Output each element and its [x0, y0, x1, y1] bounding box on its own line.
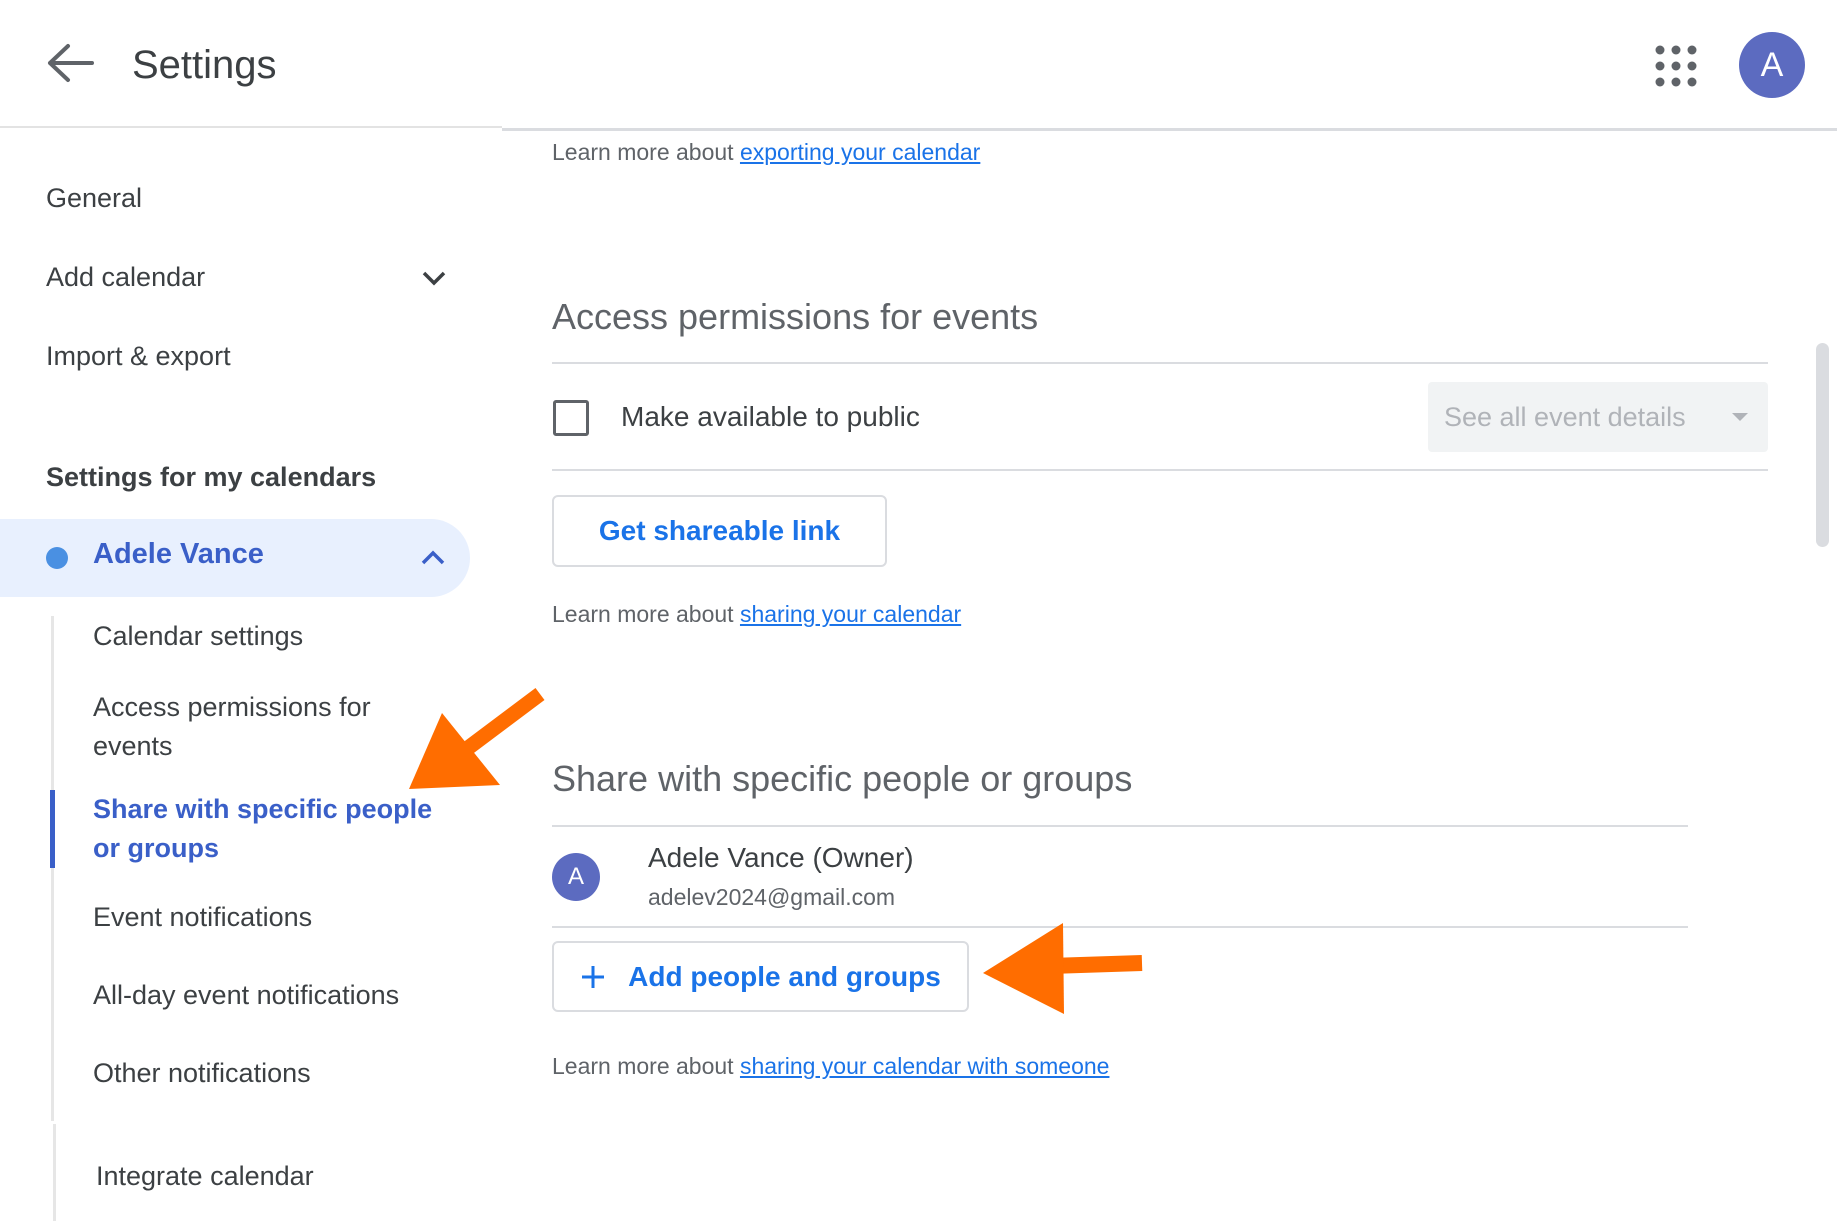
- subnav-rail-lower: [53, 1124, 56, 1221]
- access-divider-bottom: [552, 469, 1768, 471]
- event-details-select-value: See all event details: [1444, 402, 1686, 432]
- subnav-access-permissions[interactable]: Access permissions for events: [93, 688, 453, 766]
- person-email: adelev2024@gmail.com: [648, 884, 896, 910]
- subnav-event-notifications[interactable]: Event notifications: [93, 898, 453, 937]
- public-checkbox-label: Make available to public: [621, 401, 920, 432]
- sharing-someone-learn-more: Learn more about sharing your calendar w…: [552, 1053, 1109, 1080]
- add-people-button[interactable]: Add people and groups: [552, 941, 969, 1012]
- header-right: [502, 0, 1837, 131]
- dropdown-caret-icon: [1732, 413, 1748, 421]
- person-avatar: A: [552, 853, 600, 901]
- chevron-down-icon[interactable]: [418, 262, 450, 294]
- learn-more-prefix: Learn more about: [552, 139, 734, 165]
- person-name: Adele Vance (Owner): [648, 842, 914, 873]
- event-details-select[interactable]: See all event details: [1428, 382, 1768, 452]
- subnav-rail: [51, 616, 54, 1121]
- sharing-learn-more: Learn more about sharing your calendar: [552, 601, 961, 628]
- share-divider-top: [552, 825, 1688, 827]
- subnav-integrate-calendar[interactable]: Integrate calendar: [96, 1157, 456, 1196]
- subnav-active-indicator: [50, 790, 55, 868]
- exporting-calendar-link[interactable]: exporting your calendar: [740, 139, 980, 165]
- annotation-arrow-icon: [983, 923, 1143, 1014]
- sidebar-item-general[interactable]: General: [46, 180, 142, 216]
- sidebar-item-add-calendar[interactable]: Add calendar: [46, 259, 205, 295]
- share-divider-bottom: [552, 926, 1688, 928]
- chevron-up-icon[interactable]: [418, 543, 448, 573]
- calendar-color-dot: [46, 547, 68, 569]
- calendar-name: Adele Vance: [93, 538, 264, 570]
- sharing-calendar-link[interactable]: sharing your calendar: [740, 601, 961, 627]
- learn-more-prefix: Learn more about: [552, 601, 734, 627]
- sidebar-item-calendar[interactable]: Adele Vance: [0, 519, 470, 597]
- public-checkbox[interactable]: [553, 400, 589, 436]
- access-divider-top: [552, 362, 1768, 364]
- subnav-allday-notifications[interactable]: All-day event notifications: [93, 976, 453, 1015]
- subnav-calendar-settings[interactable]: Calendar settings: [93, 617, 453, 656]
- sidebar-item-import-export[interactable]: Import & export: [46, 338, 231, 374]
- plus-icon: [580, 964, 606, 990]
- account-avatar[interactable]: A: [1739, 32, 1805, 98]
- subnav-share-specific[interactable]: Share with specific people or groups: [93, 790, 453, 868]
- export-learn-more: Learn more about exporting your calendar: [552, 139, 980, 166]
- apps-grid-icon[interactable]: [1650, 40, 1702, 92]
- sidebar-section-label: Settings for my calendars: [46, 462, 377, 492]
- main-scrollbar[interactable]: [1816, 343, 1829, 547]
- sharing-someone-link[interactable]: sharing your calendar with someone: [740, 1053, 1109, 1079]
- add-people-label: Add people and groups: [628, 960, 941, 992]
- page-title: Settings: [132, 43, 277, 87]
- subnav-other-notifications[interactable]: Other notifications: [93, 1054, 453, 1093]
- get-shareable-link-button[interactable]: Get shareable link: [552, 495, 887, 567]
- back-arrow-icon[interactable]: [42, 38, 100, 88]
- learn-more-prefix: Learn more about: [552, 1053, 734, 1079]
- share-section-title: Share with specific people or groups: [552, 758, 1133, 799]
- access-section-title: Access permissions for events: [552, 296, 1039, 337]
